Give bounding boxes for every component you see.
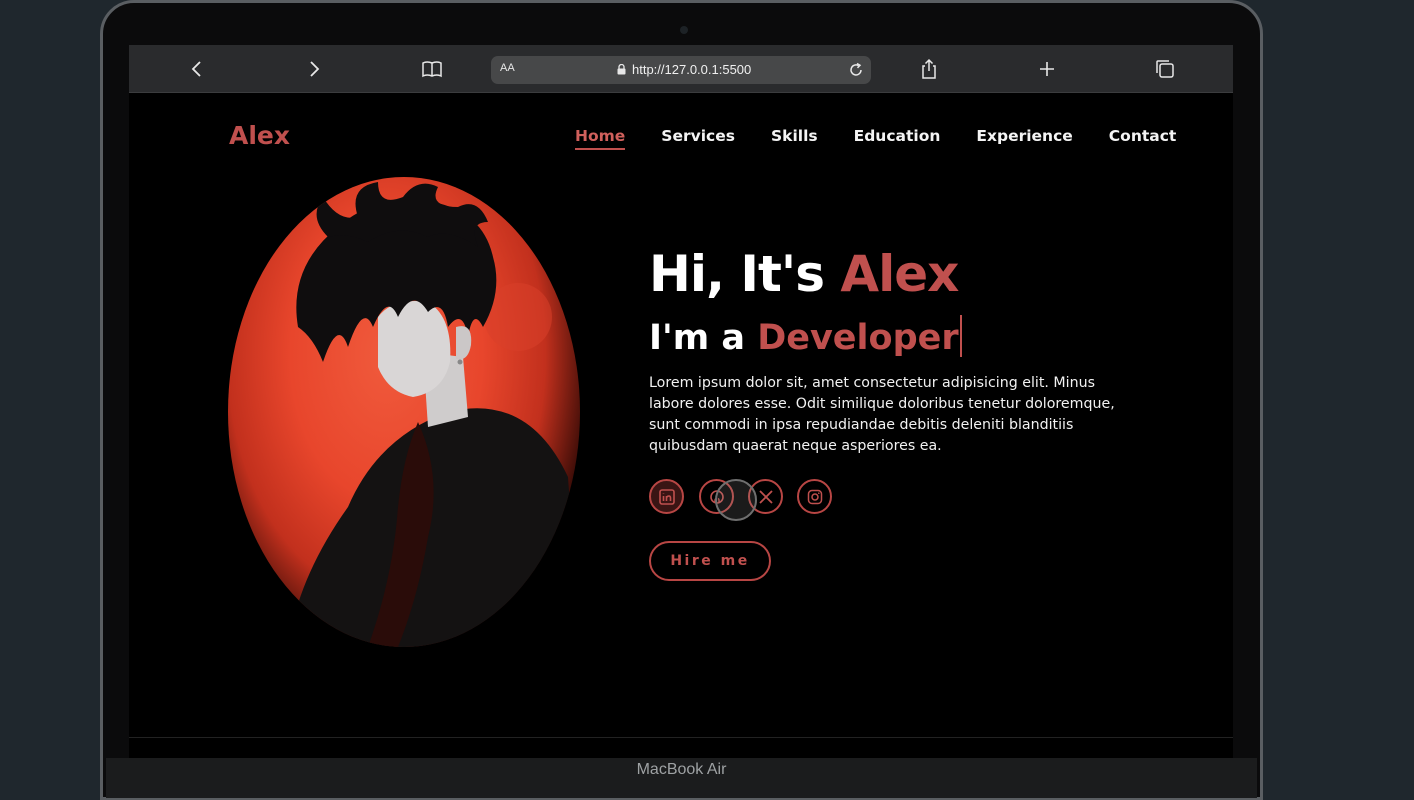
lock-icon xyxy=(617,64,626,75)
site-logo[interactable]: Alex xyxy=(229,121,290,150)
screen: AA http://127.0.0.1:5500 Alex Home Servi… xyxy=(129,45,1233,758)
hero-greeting: Hi, It's xyxy=(649,245,841,303)
typing-caret xyxy=(959,315,962,357)
camera xyxy=(680,26,688,34)
main-nav: Home Services Skills Education Experienc… xyxy=(575,127,1176,150)
profile-image xyxy=(228,177,580,647)
chevron-left-icon xyxy=(191,61,201,77)
linkedin-link[interactable] xyxy=(649,479,684,514)
url-display[interactable]: http://127.0.0.1:5500 xyxy=(617,62,751,77)
nav-education[interactable]: Education xyxy=(854,127,941,150)
tabs-icon xyxy=(1156,60,1174,78)
linkedin-icon xyxy=(658,488,675,505)
section-divider xyxy=(129,737,1233,738)
nav-experience[interactable]: Experience xyxy=(976,127,1072,150)
url-text: http://127.0.0.1:5500 xyxy=(632,62,752,77)
share-button[interactable] xyxy=(915,55,943,83)
chevron-right-icon xyxy=(310,61,320,77)
address-bar[interactable]: AA http://127.0.0.1:5500 xyxy=(491,56,871,84)
nav-skills[interactable]: Skills xyxy=(771,127,818,150)
nav-services[interactable]: Services xyxy=(661,127,735,150)
bookmarks-button[interactable] xyxy=(418,55,446,83)
hero-role-prefix: I'm a xyxy=(649,318,758,358)
instagram-link[interactable] xyxy=(797,479,832,514)
tabs-overview-button[interactable] xyxy=(1151,55,1179,83)
hero-subheading: I'm a Developer xyxy=(649,315,962,358)
website: Alex Home Services Skills Education Expe… xyxy=(129,93,1233,758)
plus-icon xyxy=(1040,62,1054,76)
new-tab-button[interactable] xyxy=(1033,55,1061,83)
hero-role: Developer xyxy=(757,318,959,358)
reader-options-button[interactable]: AA xyxy=(500,62,515,74)
nav-contact[interactable]: Contact xyxy=(1109,127,1177,150)
device-label: MacBook Air xyxy=(636,761,727,778)
reload-icon[interactable] xyxy=(847,61,865,79)
hero-heading: Hi, It's Alex xyxy=(649,245,959,303)
laptop-frame: AA http://127.0.0.1:5500 Alex Home Servi… xyxy=(100,0,1263,800)
book-icon xyxy=(422,61,442,78)
forward-button[interactable] xyxy=(300,55,328,83)
share-icon xyxy=(922,58,936,79)
browser-toolbar: AA http://127.0.0.1:5500 xyxy=(129,45,1233,93)
back-button[interactable] xyxy=(183,55,211,83)
x-icon xyxy=(758,489,773,504)
social-links xyxy=(649,479,839,521)
instagram-icon xyxy=(807,489,822,504)
portrait-illustration xyxy=(288,182,580,647)
hero-name: Alex xyxy=(840,245,959,303)
hero-description: Lorem ipsum dolor sit, amet consectetur … xyxy=(649,375,1115,454)
nav-home[interactable]: Home xyxy=(575,127,626,150)
hire-me-button[interactable]: Hire me xyxy=(649,541,771,581)
mouse-cursor-indicator xyxy=(715,479,757,521)
